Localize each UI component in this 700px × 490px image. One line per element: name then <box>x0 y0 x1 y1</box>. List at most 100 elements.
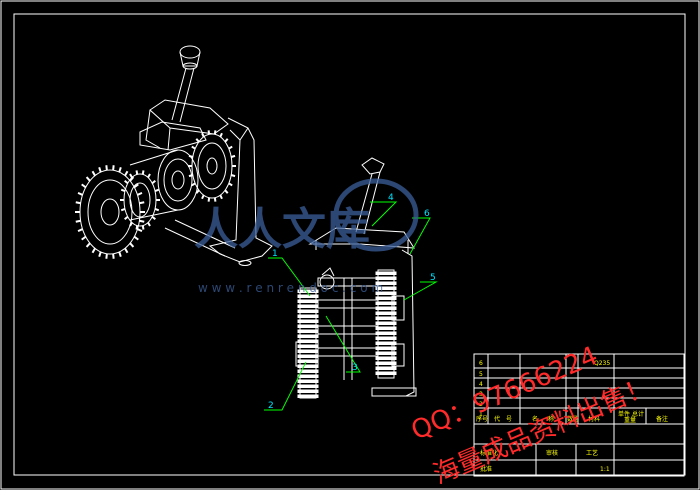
gear-tooth <box>375 371 397 375</box>
gear-tooth <box>297 384 319 388</box>
gear-tooth <box>228 145 233 150</box>
gear-tooth <box>297 309 319 313</box>
gear-tooth <box>151 179 156 185</box>
gear-tooth <box>136 191 143 196</box>
gear-tooth <box>297 334 319 338</box>
gear-tooth <box>91 247 96 254</box>
gear-tooth <box>147 222 151 227</box>
block-process: 工艺 <box>586 449 598 457</box>
gear-tooth <box>375 361 397 365</box>
gear-tooth <box>297 299 319 303</box>
gear-tooth <box>375 296 397 300</box>
gear-tooth <box>195 138 200 143</box>
gear-tooth <box>75 219 81 223</box>
gear-tooth <box>81 235 87 241</box>
gear-tooth <box>207 197 211 202</box>
callout-4: 4 <box>388 193 394 203</box>
callout-5: 5 <box>430 273 436 283</box>
gear-tooth <box>228 182 233 187</box>
gear-tooth <box>151 215 156 221</box>
callout-3: 3 <box>352 363 358 373</box>
gear-tooth <box>120 207 126 212</box>
gear-tooth <box>98 166 102 173</box>
gear-tooth <box>141 170 145 175</box>
row-number-6: 6 <box>479 360 483 367</box>
gear-tooth <box>297 354 319 358</box>
gear-tooth <box>219 132 223 138</box>
gear-tooth <box>230 174 236 178</box>
gear-tooth <box>112 165 115 171</box>
watermark-site-url: w w w . r e n r e n d o c . c o m <box>198 281 383 295</box>
gear-tooth <box>297 319 319 323</box>
gear-tooth <box>154 207 160 212</box>
gear-tooth <box>375 366 397 370</box>
gear-tooth <box>136 228 143 233</box>
front-section-view <box>295 157 417 399</box>
front-gear-large <box>79 169 141 255</box>
gear-tooth <box>224 138 229 143</box>
gear-tooth <box>375 306 397 310</box>
gear-tooth <box>118 166 122 173</box>
gear-tooth <box>213 197 217 202</box>
gear-tooth <box>201 194 205 200</box>
callout-2: 2 <box>268 401 274 411</box>
gear-tooth <box>85 242 91 248</box>
gear-tooth <box>224 189 229 194</box>
gear-tooth <box>135 170 139 175</box>
gear-tooth <box>213 130 217 135</box>
gear-tooth <box>141 225 145 230</box>
gear-tooth <box>124 170 129 177</box>
gear-tooth <box>120 188 126 193</box>
gear-tooth <box>91 170 96 177</box>
gear-tooth <box>98 251 102 258</box>
row-number-5: 5 <box>479 371 483 378</box>
lever-knob <box>179 45 201 59</box>
header-weight: 重量 <box>624 416 636 424</box>
gear-tooth <box>124 179 129 185</box>
gear-tooth <box>297 374 319 378</box>
block-scale: 1:1 <box>600 466 610 473</box>
gear-tooth <box>112 253 115 259</box>
gear-tooth <box>375 321 397 325</box>
gear-tooth <box>207 130 211 135</box>
gear-tooth <box>297 314 319 318</box>
gear-tooth <box>375 356 397 360</box>
gear-tooth <box>139 219 145 223</box>
gear-tooth <box>375 351 397 355</box>
gear-tooth <box>105 165 108 171</box>
gear-tooth <box>129 173 133 178</box>
gear-tooth <box>297 294 319 298</box>
gear-tooth <box>375 311 397 315</box>
gear-tooth <box>124 215 129 221</box>
gear-tooth <box>77 191 84 196</box>
gear-tooth <box>297 389 319 393</box>
gear-tooth <box>375 326 397 330</box>
gear-tooth <box>297 359 319 363</box>
gear-tooth <box>154 188 160 193</box>
gear-tooth <box>191 182 196 187</box>
gear-tooth <box>375 336 397 340</box>
gear-tooth <box>133 235 139 241</box>
gear-tooth <box>124 247 129 254</box>
gear-tooth <box>139 201 145 205</box>
gear-tooth <box>147 173 151 178</box>
gear-tooth <box>77 228 84 233</box>
gear-tooth <box>85 176 91 182</box>
gear-tooth <box>191 145 196 150</box>
header-code-1: 代 <box>494 415 500 423</box>
block-review: 审核 <box>546 449 558 457</box>
cad-drawing-canvas: 1 2 3 4 5 6 6 5 4 3 2 1 Q235 序号 代 号 名 称 … <box>0 0 700 490</box>
gear-tooth <box>75 201 81 205</box>
gear-tooth <box>81 183 87 189</box>
gear-tooth <box>129 242 135 248</box>
gear-tooth <box>375 331 397 335</box>
gear-tooth <box>297 394 319 398</box>
callout-6: 6 <box>424 209 430 219</box>
gear-tooth <box>297 349 319 353</box>
gear-tooth <box>375 271 397 275</box>
gear-tooth <box>219 194 223 200</box>
gear-tooth <box>297 344 319 348</box>
gear-tooth <box>135 225 139 230</box>
gear-tooth <box>297 304 319 308</box>
gear-tooth <box>375 316 397 320</box>
